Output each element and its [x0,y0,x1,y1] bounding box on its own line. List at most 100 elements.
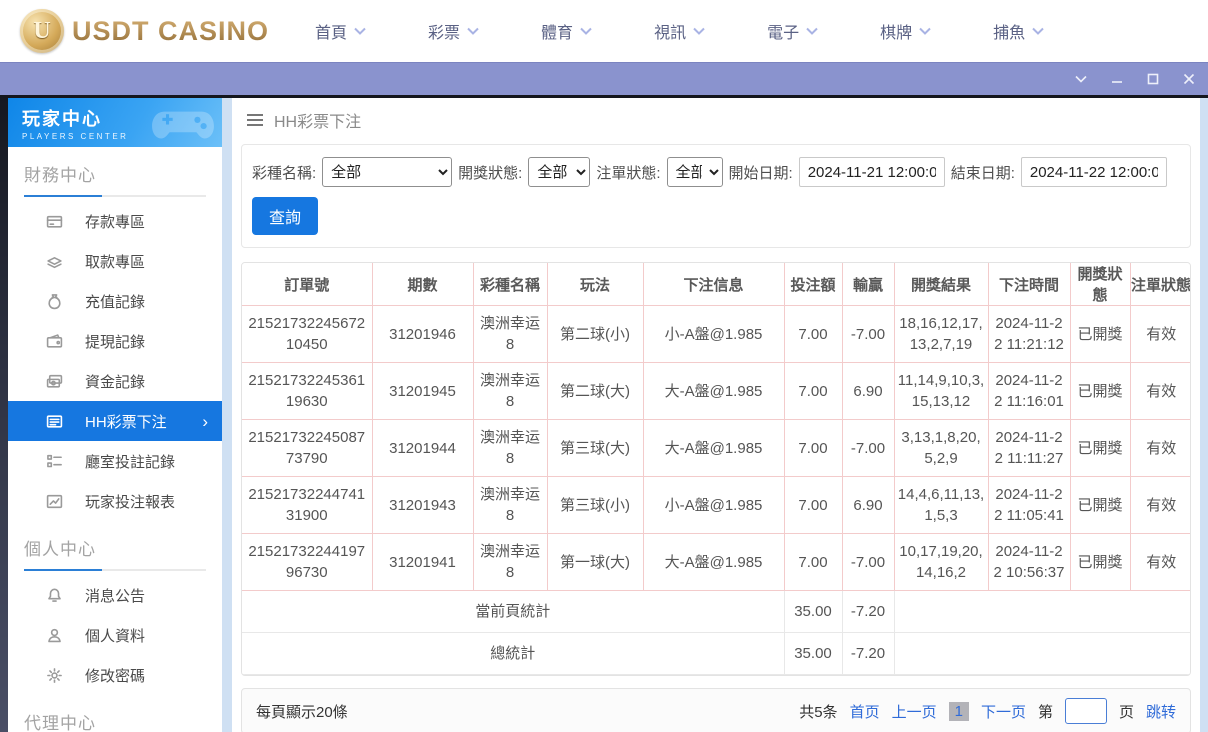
start-date-label: 開始日期: [728,164,793,182]
cell-order-no: 2152173224474131900 [242,476,373,534]
cell-bet-amount: 7.00 [783,362,843,420]
sidebar-item[interactable]: 玩家投注報表 › [8,481,222,521]
lottery-select[interactable]: 全部 [322,157,453,187]
sidebar-item[interactable]: 存款專區 › [8,201,222,241]
cell-draw-result: 14,4,6,11,13,1,5,3 [893,476,989,534]
pagination-prev[interactable]: 上一页 [892,701,937,722]
minimize-button[interactable] [1106,69,1128,89]
cell-period: 31201945 [371,362,474,420]
summary-bet: 35.00 [783,632,843,675]
column-header: 期數 [371,263,474,306]
sidebar-header: 玩家中心 PLAYERS CENTER [8,98,222,147]
draw-status-select[interactable]: 全部 [528,157,591,187]
order-status-select[interactable]: 全部 [666,157,723,187]
sidebar-item-icon [46,373,63,390]
cell-bet-time: 2024-11-22 11:21:12 [987,305,1071,363]
chevron-down-icon [1075,75,1087,83]
nav-item-label: 棋牌 [880,25,913,42]
sidebar-item[interactable]: 提現記錄 › [8,321,222,361]
table-row: 2152173224419796730 31201941 澳洲幸运8 第一球(大… [242,533,1190,591]
chevron-down-icon [806,27,818,35]
sidebar-item[interactable]: 資金記錄 › [8,361,222,401]
sidebar-item[interactable]: 修改密碼 › [8,655,222,695]
background-edge [0,98,8,732]
section-title: 財務中心 [24,166,96,185]
hamburger-icon[interactable] [246,113,264,127]
cell-period: 31201944 [371,419,474,477]
lottery-label: 彩種名稱: [252,164,317,182]
page-title: HH彩票下注 [274,114,362,131]
sidebar-item[interactable]: HH彩票下注 › [8,401,222,441]
total-count: 共5条 [799,703,838,721]
column-header: 玩法 [546,263,644,306]
cell-draw-status: 已開獎 [1069,362,1131,420]
summary-blank [893,632,1190,675]
page-jump-input[interactable] [1064,698,1107,724]
cell-bet-info: 小-A盤@1.985 [642,476,785,534]
maximize-icon [1147,73,1159,85]
nav-item[interactable]: 棋牌 [880,19,931,43]
search-button[interactable]: 查詢 [252,197,319,235]
cell-order-status: 有效 [1129,419,1190,477]
cell-win-loss: -7.00 [841,305,895,363]
cell-draw-status: 已開獎 [1069,419,1131,477]
cell-period: 31201943 [371,476,474,534]
chevron-down-icon [580,27,592,35]
nav-item[interactable]: 電子 [767,19,818,43]
section-divider [24,569,206,571]
cell-order-status: 有效 [1129,476,1190,534]
cell-bet-amount: 7.00 [783,533,843,591]
column-header: 訂單號 [242,263,373,306]
column-header: 開獎結果 [893,263,989,306]
nav-item-label: 首頁 [315,25,348,42]
chevron-down-icon [1032,27,1044,35]
sidebar-item[interactable]: 取款專區 › [8,241,222,281]
nav-item[interactable]: 視訊 [654,19,705,43]
sidebar-item-label: 提現記錄 [85,333,146,351]
pagination-first[interactable]: 首页 [850,701,880,722]
column-header: 注單狀態 [1129,263,1190,306]
coin-logo-icon: U [20,9,64,53]
cell-lottery-name: 澳洲幸运8 [472,362,548,420]
brand-logo[interactable]: U USDT CASINO [20,9,269,53]
end-date-input[interactable] [1020,157,1167,187]
sidebar-item-icon [46,253,63,270]
sidebar-item[interactable]: 個人資料 › [8,615,222,655]
cell-play-type: 第三球(小) [546,476,644,534]
cell-lottery-name: 澳洲幸运8 [472,305,548,363]
pagination-next[interactable]: 下一页 [981,701,1026,722]
draw-status-label: 開獎狀態: [458,164,523,182]
cell-draw-result: 3,13,1,8,20,5,2,9 [893,419,989,477]
sidebar-item-label: 玩家投注報表 [85,493,176,511]
chevron-down-icon [467,27,479,35]
cell-bet-amount: 7.00 [783,305,843,363]
column-header: 彩種名稱 [472,263,548,306]
nav-item[interactable]: 體育 [541,19,592,43]
sidebar-section-personal: 個人中心 消息公告 › 個人資料 › 修改密碼 › [8,521,222,695]
start-date-input[interactable] [798,157,945,187]
close-button[interactable] [1178,69,1200,89]
nav-item[interactable]: 捕魚 [993,19,1044,43]
cell-bet-time: 2024-11-22 11:11:27 [987,419,1071,477]
nav-item-label: 彩票 [428,25,461,42]
window-dropdown-button[interactable] [1070,69,1092,89]
sidebar-item[interactable]: 消息公告 › [8,575,222,615]
sidebar-item-icon [46,627,63,644]
table-row: 2152173224474131900 31201943 澳洲幸运8 第三球(小… [242,476,1190,534]
sidebar-item[interactable]: 廳室投註記錄 › [8,441,222,481]
sidebar-item-label: 取款專區 [85,253,146,271]
sidebar-item[interactable]: 充值記錄 › [8,281,222,321]
maximize-button[interactable] [1142,69,1164,89]
nav-item[interactable]: 首頁 [315,19,366,43]
cell-order-no: 2152173224536119630 [242,362,373,420]
nav-item[interactable]: 彩票 [428,19,479,43]
table-row: 2152173224508773790 31201944 澳洲幸运8 第三球(大… [242,419,1190,477]
cell-order-no: 2152173224508773790 [242,419,373,477]
sidebar-item-icon [46,667,63,684]
sidebar-item-label: 修改密碼 [85,667,146,685]
pagination-jump[interactable]: 跳转 [1146,701,1176,722]
summary-label: 總統計 [242,632,785,675]
cell-bet-amount: 7.00 [783,419,843,477]
cell-draw-status: 已開獎 [1069,533,1131,591]
summary-blank [893,590,1190,633]
